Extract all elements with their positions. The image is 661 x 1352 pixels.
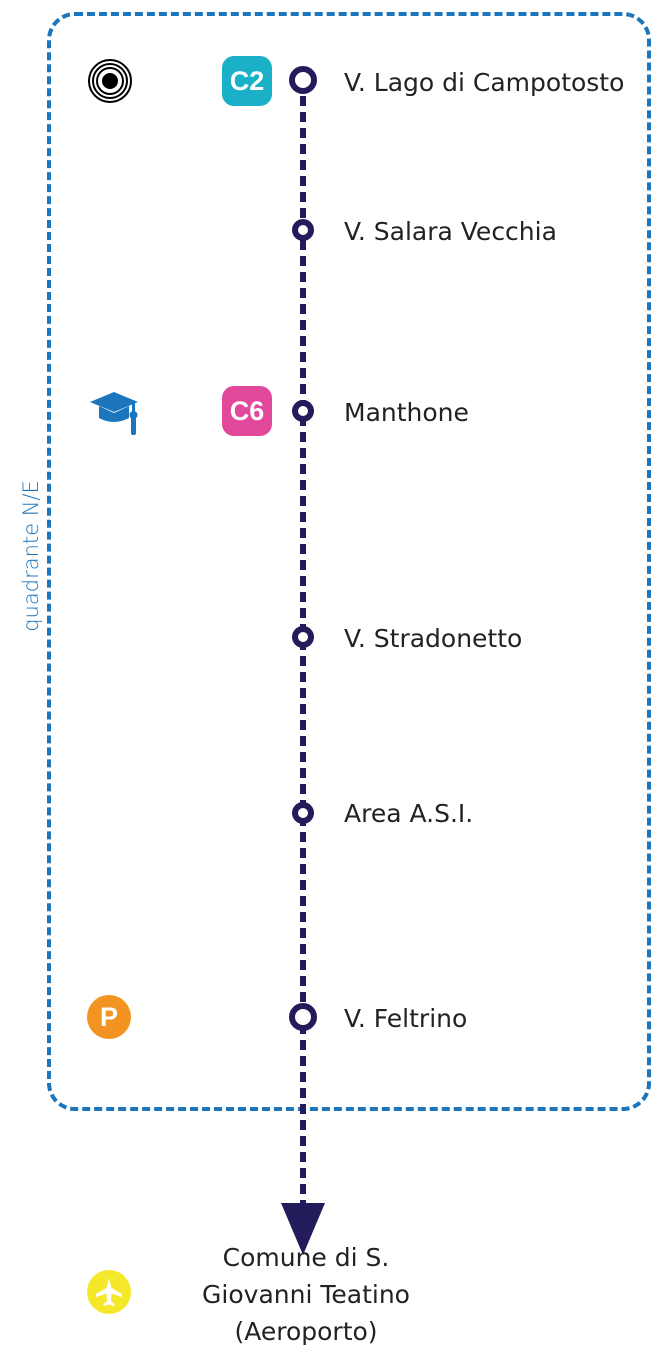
route-line (281, 66, 325, 1255)
target-icon (88, 59, 132, 103)
destination-line-2: Giovanni Teatino (202, 1280, 410, 1309)
stop-marker-4 (292, 626, 314, 648)
graduation-cap-icon (90, 392, 138, 435)
airplane-icon (87, 1270, 131, 1314)
stop-label-salara-vecchia: V. Salara Vecchia (344, 217, 557, 246)
stop-label-area-asi: Area A.S.I. (344, 799, 474, 828)
destination-label: Comune di S. Giovanni Teatino (Aeroporto… (156, 1239, 456, 1350)
stop-marker-1 (289, 66, 317, 94)
stop-marker-5 (292, 802, 314, 824)
stop-marker-3 (292, 400, 314, 422)
stop-marker-2 (292, 219, 314, 241)
destination-line-3: (Aeroporto) (234, 1317, 378, 1346)
destination-line-1: Comune di S. (222, 1243, 390, 1272)
stop-label-manthone: Manthone (344, 398, 469, 427)
stop-label-lago-di-campotosto: V. Lago di Campotosto (344, 68, 625, 97)
parking-icon: P (87, 995, 131, 1039)
line-badge-c2: C2 (222, 56, 272, 106)
stop-label-feltrino: V. Feltrino (344, 1004, 468, 1033)
stop-marker-6 (289, 1003, 317, 1031)
stop-label-stradonetto: V. Stradonetto (344, 624, 523, 653)
line-badge-c6: C6 (222, 386, 272, 436)
